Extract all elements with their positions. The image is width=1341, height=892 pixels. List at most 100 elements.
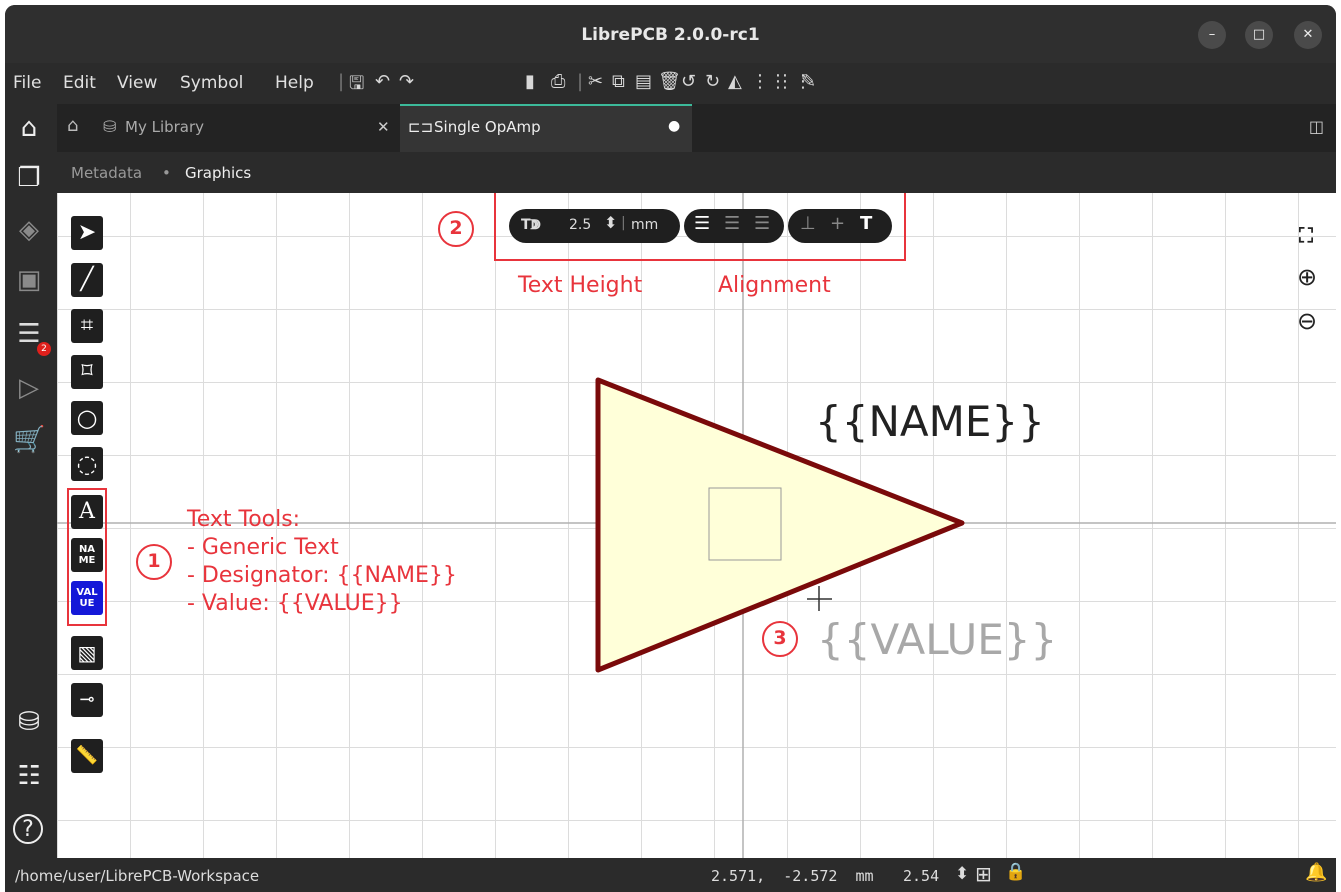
chip-icon[interactable]: ▣ (13, 264, 45, 296)
rectangle-tool[interactable]: ⌗ (71, 309, 103, 343)
tab-my-library-label[interactable]: My Library (125, 118, 204, 136)
align-bottom-icon[interactable]: ⊥ (800, 213, 816, 234)
spinbox-arrows-icon[interactable]: ⬍ (604, 213, 617, 232)
rectangle-icon: ⌗ (80, 313, 94, 338)
breadcrumb-graphics[interactable]: Graphics (185, 164, 251, 182)
cut-icon[interactable]: ✂ (588, 71, 603, 92)
cart-icon[interactable]: 🛒 (13, 424, 45, 456)
menu-file[interactable]: File (13, 73, 41, 93)
align-right-icon[interactable]: ☰ (754, 213, 770, 234)
minimize-button[interactable]: – (1198, 21, 1226, 49)
fullscreen-icon[interactable]: ⛶ (1299, 223, 1313, 247)
text-tool[interactable]: A (71, 495, 103, 529)
alignment-annotation: Alignment (718, 273, 831, 298)
layers-icon[interactable]: ◈ (13, 214, 45, 246)
tab-bar: ⌂ ⛁ My Library ✕ ⊏⊐ Single OpAmp ● ◫ (57, 104, 1336, 152)
value-tool[interactable]: VAL UE (71, 581, 103, 615)
arc-icon: ◌ (76, 450, 98, 478)
grid-style-icon[interactable]: ⊞ (975, 862, 992, 886)
pin-tool[interactable]: ⊸ (71, 683, 103, 717)
name-text[interactable]: {{NAME}} (815, 397, 1045, 446)
home-icon[interactable]: ⌂ (13, 112, 45, 144)
breadcrumb-separator: • (162, 164, 171, 182)
align-center-icon[interactable]: ☰ (724, 213, 740, 234)
title-bar: LibrePCB 2.0.0-rc1 – □ ✕ (5, 5, 1336, 63)
text-tools-line-1: - Generic Text (187, 535, 339, 560)
menu-view[interactable]: View (117, 73, 157, 93)
split-view-icon[interactable]: ◫ (1309, 117, 1324, 136)
ruler-icon: 📏 (75, 745, 99, 766)
name-tool-label: NA ME (78, 544, 96, 566)
pin-icon: ⊸ (79, 689, 95, 710)
text-tools-title: Text Tools: (187, 507, 301, 532)
delete-icon[interactable]: 🗑 (658, 71, 681, 92)
home-tab-icon[interactable]: ⌂ (67, 115, 78, 136)
text-height-control[interactable]: Tↇ 2.5 ⬍ | mm (509, 209, 680, 243)
tab-home[interactable]: ⌂ ⛁ My Library ✕ (57, 104, 400, 152)
line-icon: ╱ (80, 267, 94, 292)
circle-tool[interactable]: ○ (71, 401, 103, 435)
lock-icon[interactable]: 🔒 (1005, 862, 1026, 882)
maximize-button[interactable]: □ (1245, 21, 1273, 49)
undo-icon[interactable]: ↶ (375, 71, 390, 92)
text-height-annotation: Text Height (518, 273, 643, 298)
polygon-tool[interactable]: ⌑ (71, 355, 103, 389)
menu-edit[interactable]: Edit (63, 73, 96, 93)
zoom-in-icon[interactable]: ⊕ (1297, 263, 1317, 291)
tab-single-opamp-label[interactable]: Single OpAmp (434, 118, 541, 136)
left-activity-bar: ⌂ ❐ ◈ ▣ ☰ 2 ▷ 🛒 ⛁ ☷ ? (5, 104, 53, 864)
close-window-button[interactable]: ✕ (1294, 21, 1322, 49)
graphics-canvas[interactable]: ➤ ╱ ⌗ ⌑ ○ ◌ A NA ME VAL UE ▧ ⊸ 📏 1 Text To… (57, 193, 1336, 858)
toolbar-separator: | (338, 71, 345, 92)
rotate-cw-icon[interactable]: ↻ (705, 71, 720, 92)
text-tools-line-2: - Designator: {{NAME}} (187, 563, 457, 588)
text-tools-annotation: Text Tools: - Generic Text - Designator:… (187, 506, 457, 618)
tab-single-opamp[interactable]: ⊏⊐ Single OpAmp ● (400, 104, 692, 152)
run-icon[interactable]: ▷ (13, 372, 45, 404)
rotate-ccw-icon[interactable]: ↺ (681, 71, 696, 92)
image-icon: ▧ (77, 641, 97, 665)
mirror-icon[interactable]: ◭ (728, 71, 742, 92)
unsaved-dot-icon: ● (668, 118, 681, 134)
menu-help[interactable]: Help (275, 73, 314, 93)
settings-sliders-icon[interactable]: ☷ (13, 760, 45, 792)
name-tool[interactable]: NA ME (71, 538, 103, 572)
print-icon[interactable]: ⎙ (551, 71, 565, 92)
library-db-icon: ⛁ (103, 117, 117, 136)
annotation-circle-3: 3 (762, 621, 798, 657)
text-height-value[interactable]: 2.5 (569, 217, 591, 233)
edit-properties-icon[interactable]: ✎ (801, 71, 816, 92)
polygon-icon: ⌑ (81, 359, 93, 384)
align-left-icon[interactable]: ☰ (694, 213, 710, 234)
text-tools-line-3: - Value: {{VALUE}} (187, 591, 403, 616)
circle-icon: ○ (76, 404, 98, 432)
zoom-out-icon[interactable]: ⊖ (1297, 307, 1317, 335)
database-icon[interactable]: ⛁ (13, 706, 45, 738)
horizontal-alignment-group: ☰ ☰ ☰ (684, 209, 784, 243)
issues-badge: 2 (37, 342, 51, 356)
image-tool[interactable]: ▧ (71, 636, 103, 670)
breadcrumb-metadata[interactable]: Metadata (71, 164, 142, 182)
select-tool[interactable]: ➤ (71, 216, 103, 250)
help-icon[interactable]: ? (13, 814, 43, 844)
line-tool[interactable]: ╱ (71, 263, 103, 297)
redo-icon[interactable]: ↷ (399, 71, 414, 92)
menu-symbol[interactable]: Symbol (180, 73, 243, 93)
grid-interval[interactable]: 2.54 (903, 867, 939, 885)
grid-spinbox-arrows-icon[interactable]: ⬍ (955, 864, 969, 884)
vertical-alignment-group: ⊥ + T (788, 209, 892, 243)
copy-icon[interactable]: ⧉ (612, 71, 625, 92)
arc-tool[interactable]: ◌ (71, 447, 103, 481)
save-icon[interactable]: 🖫 (349, 71, 364, 101)
libraries-icon[interactable]: ❐ (13, 162, 45, 194)
paste-icon[interactable]: ▤ (635, 71, 652, 92)
close-tab-icon[interactable]: ✕ (377, 118, 390, 136)
unit-separator: | (621, 215, 626, 231)
align-middle-icon[interactable]: + (830, 213, 845, 234)
menu-bar: File Edit View Symbol Help | 🖫 ↶ ↷ ▮ ⎙ |… (5, 67, 1336, 101)
notification-bell-icon[interactable]: 🔔 (1305, 862, 1327, 883)
align-top-icon[interactable]: T (860, 213, 872, 234)
text-height-unit[interactable]: mm (631, 217, 658, 233)
export-pdf-icon[interactable]: ▮ (525, 71, 535, 92)
measure-tool[interactable]: 📏 (71, 739, 103, 773)
